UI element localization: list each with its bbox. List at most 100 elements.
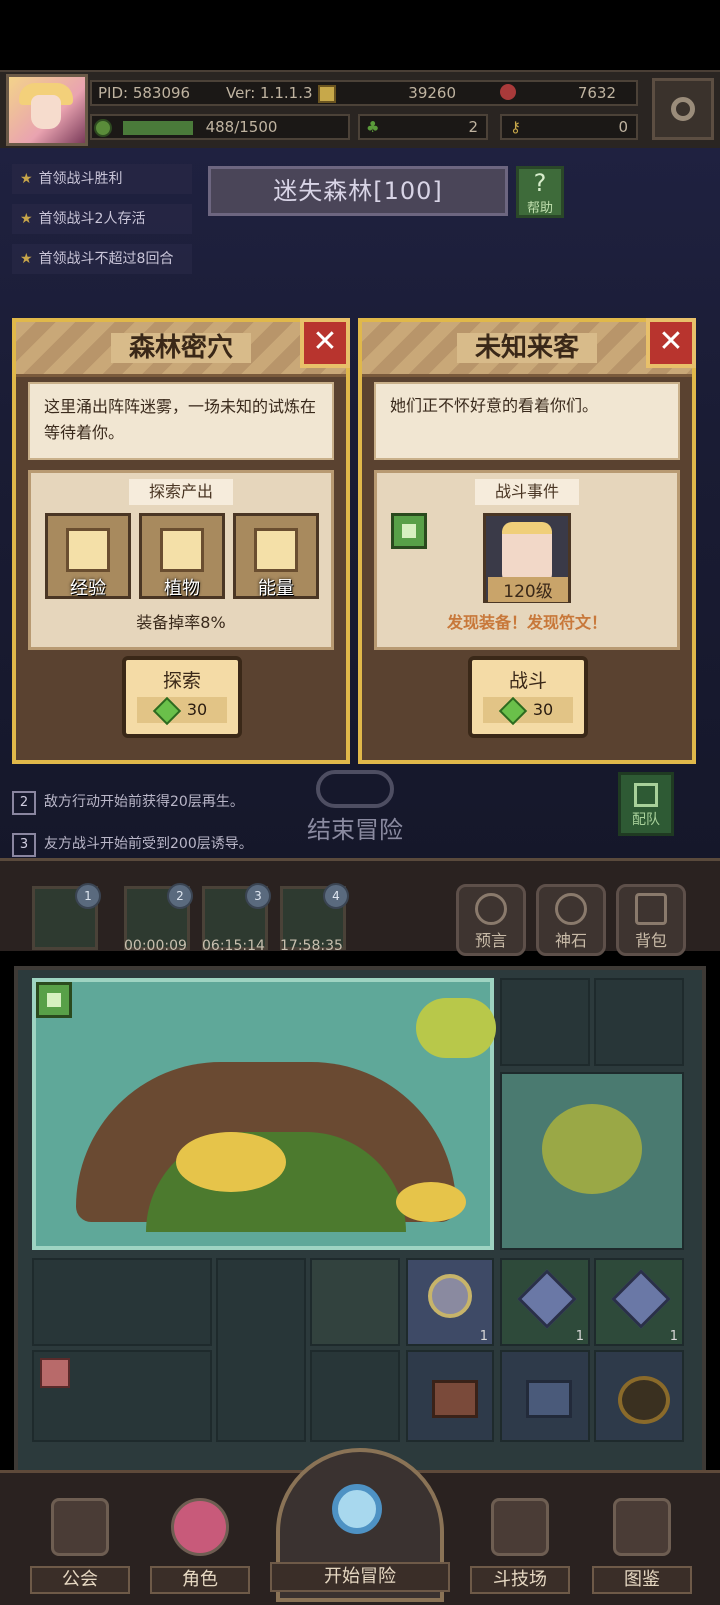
backpack-button[interactable]: 背包 [616,884,686,956]
leaf-cluster [176,1132,286,1192]
clover-icon: ♣ [366,118,380,136]
lightning-icon [254,528,298,572]
panel-title: 未知来客 [362,322,692,377]
grid-cell[interactable] [594,978,684,1066]
formation-icon [634,783,658,807]
slot-timer: 17:58:35 [280,938,343,954]
question-icon: ? [533,169,547,197]
gem-icon [152,696,181,725]
slot-timer: 06:15:14 [202,938,265,954]
grid-cell[interactable] [32,1350,212,1442]
guild-house-icon [51,1498,109,1556]
quest-item: ★ 首领战斗胜利 [12,164,192,194]
quest-item: ★ 首领战斗2人存活 [12,204,192,234]
panel-description: 她们正不怀好意的看着你们。 [374,382,680,460]
id-bar: PID: 583096 Ver: 1.1.1.3 39260 7632 [90,80,638,106]
formation-button[interactable]: 配队 [618,772,674,836]
drop-rate: 装备掉率8% [136,613,226,632]
settings-gear-icon[interactable] [652,78,714,140]
clover-box: ♣ 2 [358,114,488,140]
section-title: 探索产出 [129,479,233,505]
ruby-amount: 7632 [577,84,616,102]
battle-reward: 发现装备！发现符文！ [446,613,607,632]
enemy-level: 120级 [488,577,568,602]
battle-section: 战斗事件 120级 发现装备！发现符文！ [374,470,680,650]
chest-tile[interactable] [500,1350,590,1442]
slot-timer: 00:00:09 [124,938,187,954]
close-icon[interactable]: ✕ [646,318,696,368]
crystal-icon [611,1269,671,1329]
grid-cell[interactable] [310,1350,400,1442]
reward-plant[interactable]: 植物 [139,513,225,599]
map-slot-strip [0,858,720,951]
explore-panel: 森林密穴 ✕ 这里涌出阵阵迷雾，一场未知的试炼在等待着你。 探索产出 经验 植物… [12,318,350,764]
gem-tile[interactable]: 1 [500,1258,590,1346]
player-avatar[interactable] [6,74,88,146]
explore-button[interactable]: 探索 30 [122,656,242,738]
nav-codex[interactable]: 图鉴 [592,1490,692,1600]
exploration-grid: 1 1 1 [14,966,706,1476]
cost-badge: 30 [483,696,573,725]
grid-cell[interactable] [500,978,590,1066]
magnifier-icon [332,1484,382,1534]
cauldron-icon [618,1376,670,1424]
clover-amount: 2 [468,118,478,136]
key-amount: 0 [618,118,628,136]
reward-energy[interactable]: 能量 [233,513,319,599]
gem-icon [498,696,527,725]
gem-tile[interactable]: 1 [594,1258,684,1346]
enemy-portrait[interactable]: 120级 [483,513,571,603]
grid-cell[interactable] [310,1258,400,1346]
prophecy-button[interactable]: 预言 [456,884,526,956]
tree-canopy [416,998,496,1058]
character-icon [171,1498,229,1556]
chest-icon [526,1380,572,1418]
backpack-icon [635,893,667,925]
energy-icon [94,118,112,137]
chest-tile[interactable] [406,1350,494,1442]
grid-cell[interactable] [32,1258,212,1346]
energy-text: 488/1500 [205,118,278,136]
grid-cell[interactable] [216,1258,306,1442]
coin-icon [428,1274,472,1318]
coin-tile[interactable]: 1 [406,1258,494,1346]
battle-panel: 未知来客 ✕ 她们正不怀好意的看着你们。 战斗事件 120级 发现装备！发现符文… [358,318,696,764]
key-box: ⚷ 0 [500,114,638,140]
help-button[interactable]: ? 帮助 [516,166,564,218]
cost-badge: 30 [137,696,227,725]
star-icon: ★ [20,211,33,227]
key-icon: ⚷ [510,118,521,136]
map-slot[interactable]: 1 [32,883,101,950]
leaf-cluster [396,1182,466,1222]
thumbs-up-icon [391,513,427,549]
reward-exp[interactable]: 经验 [45,513,131,599]
nav-character[interactable]: 角色 [150,1490,250,1600]
nav-arena[interactable]: 斗技场 [470,1490,570,1600]
return-icon [316,770,394,808]
plant-tile[interactable] [500,1072,684,1250]
battle-button[interactable]: 战斗 30 [468,656,588,738]
rule-item: 3 友方战斗开始前受到200层诱导。 [12,828,282,860]
godstone-button[interactable]: 神石 [536,884,606,956]
exp-arrow-icon [66,528,110,572]
event-icon [40,1358,70,1388]
pid-text: PID: 583096 [98,84,191,102]
plant-icon [542,1104,642,1194]
energy-fill [122,120,193,135]
forest-cave-tile[interactable] [32,978,496,1250]
star-icon: ★ [20,251,33,267]
nav-guild[interactable]: 公会 [30,1490,130,1600]
gold-amount: 39260 [408,84,456,102]
enemy-face [502,522,552,584]
panel-title: 森林密穴 [16,322,346,377]
thumbs-up-icon [36,982,72,1018]
rule-item: 2 敌方行动开始前获得20层再生。 [12,786,282,818]
godstone-icon [555,893,587,925]
leaf-icon [160,528,204,572]
start-adventure-button[interactable]: 开始冒险 [270,1448,450,1602]
end-adventure-button[interactable]: 结束冒险 [300,770,410,844]
cauldron-tile[interactable] [594,1350,684,1442]
crossed-swords-icon [491,1498,549,1556]
close-icon[interactable]: ✕ [300,318,350,368]
quest-item: ★ 首领战斗不超过8回合 [12,244,192,274]
